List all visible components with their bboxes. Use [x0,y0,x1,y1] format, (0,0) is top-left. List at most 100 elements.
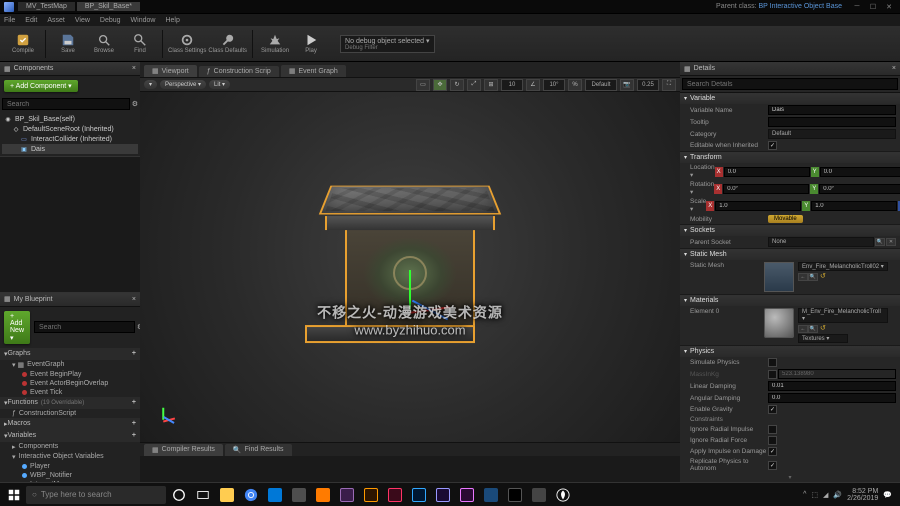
edge-icon[interactable] [264,485,286,505]
volume-icon[interactable]: 🔊 [833,491,842,499]
debug-object-selector[interactable]: No debug object selected ▾ Debug Filter [340,35,434,53]
bp-varcat-components[interactable]: ▸ Components [0,442,140,452]
linear-damping-input[interactable] [768,381,896,391]
tray-arrow-icon[interactable]: ^ [803,491,806,498]
bp-item-eventgraph[interactable]: ▾ ▦ EventGraph [0,360,140,370]
component-item-dais[interactable]: ▣Dais [2,144,138,154]
scale-y-input[interactable] [811,201,897,211]
staticmesh-thumbnail[interactable] [764,262,794,292]
material-thumbnail[interactable] [764,308,794,338]
play-button[interactable]: Play [294,28,328,60]
menu-asset[interactable]: Asset [47,17,65,24]
media-encoder-icon[interactable] [336,485,358,505]
category-dropdown[interactable]: Default [768,129,896,139]
use-asset-icon[interactable]: ← [798,325,808,333]
tab-viewport[interactable]: ▦Viewport [144,65,197,77]
panel-close-icon[interactable]: × [892,65,896,72]
indesign-icon[interactable] [384,485,406,505]
search-socket-icon[interactable]: 🔍 [875,238,885,246]
replicate-physics-checkbox[interactable] [768,461,777,470]
explorer-icon[interactable] [216,485,238,505]
panel-close-icon[interactable]: × [132,65,136,72]
ue4-taskbar-icon[interactable] [552,485,574,505]
bp-item-constructionscript[interactable]: ƒ ConstructionScript [0,409,140,418]
minimize-icon[interactable]: ─ [850,2,864,12]
taskview-icon[interactable] [192,485,214,505]
browse-button[interactable]: Browse [87,28,121,60]
section-materials[interactable]: Materials [680,295,900,306]
parent-class-link[interactable]: BP Interactive Object Base [758,3,842,10]
section-variable[interactable]: Variable [680,93,900,104]
bp-item-beginoverlap[interactable]: Event ActorBeginOverlap [0,379,140,388]
component-item-sceneroot[interactable]: ◇DefaultSceneRoot (Inherited) [2,124,138,134]
section-staticmesh[interactable]: Static Mesh [680,249,900,260]
tooltip-input[interactable] [768,117,896,127]
network-icon[interactable]: ◢ [823,491,828,499]
apply-impulse-checkbox[interactable] [768,447,777,456]
bp-item-tick[interactable]: Event Tick [0,388,140,397]
translate-tool-icon[interactable]: ✥ [433,79,447,91]
simulation-button[interactable]: Simulation [258,28,292,60]
clear-socket-icon[interactable]: ✕ [886,238,896,246]
maximize-icon[interactable]: ☐ [866,2,880,12]
tab-compiler-results[interactable]: ▦Compiler Results [144,444,223,456]
camera-speed-icon[interactable]: 📷 [620,79,634,91]
select-tool-icon[interactable]: ▭ [416,79,430,91]
bp-varcat-interactive[interactable]: ▾ Interactive Object Variables [0,452,140,462]
ignore-radial-impulse-checkbox[interactable] [768,425,777,434]
start-button[interactable] [4,485,24,505]
notifications-icon[interactable]: 💬 [883,491,892,499]
premiere-icon[interactable] [456,485,478,505]
use-asset-icon[interactable]: ← [798,273,808,281]
rotation-x-input[interactable] [723,184,809,194]
camera-speed-value[interactable]: 0.25 [637,79,659,91]
browse-asset-icon[interactable]: 🔍 [808,325,818,333]
staticmesh-dropdown[interactable]: Env_Fire_MelancholicTroll02 ▾ [798,262,888,271]
reset-icon[interactable]: ↺ [820,273,826,280]
menu-debug[interactable]: Debug [100,17,121,24]
compile-button[interactable]: Compile [6,28,40,60]
store-icon[interactable] [288,485,310,505]
location-x-input[interactable] [724,167,810,177]
app-icon-generic[interactable] [528,485,550,505]
find-button[interactable]: Find [123,28,157,60]
editable-checkbox[interactable] [768,141,777,150]
component-item-self[interactable]: ◉BP_Skil_Base(self) [2,114,138,124]
lit-mode-button[interactable]: Lit ▾ [209,80,230,89]
bp-category-variables[interactable]: ▾Variables+ [0,430,140,442]
close-icon[interactable]: ✕ [882,2,896,12]
system-tray[interactable]: ^ ⬚ ◢ 🔊 8:52 PM 2/26/2019 💬 [799,488,896,502]
panel-close-icon[interactable]: × [132,296,136,303]
menu-window[interactable]: Window [131,17,156,24]
details-search-input[interactable] [682,78,898,90]
simulate-physics-checkbox[interactable] [768,358,777,367]
rotate-tool-icon[interactable]: ↻ [450,79,464,91]
mass-override-checkbox[interactable] [768,370,777,379]
scale-tool-icon[interactable]: ⤢ [467,79,481,91]
class-defaults-button[interactable]: Class Defaults [208,28,247,60]
add-new-button[interactable]: + Add New ▾ [4,311,30,344]
myblueprint-search-input[interactable] [34,321,135,333]
search-options-icon[interactable]: ⚙ [132,100,138,108]
component-item-collider[interactable]: ▭InteractCollider (Inherited) [2,134,138,144]
snap-rot-toggle[interactable]: ∠ [526,79,540,91]
tray-icon[interactable]: ⬚ [811,491,818,499]
bp-item-beginplay[interactable]: Event BeginPlay [0,370,140,379]
angular-damping-input[interactable] [768,393,896,403]
viewport-max-icon[interactable]: ⛶ [662,79,676,91]
ignore-radial-force-checkbox[interactable] [768,436,777,445]
menu-help[interactable]: Help [165,17,179,24]
section-sockets[interactable]: Sockets [680,225,900,236]
menu-view[interactable]: View [75,17,90,24]
tab-eventgraph[interactable]: ▦Event Graph [281,65,346,77]
taskbar-search-input[interactable]: ○Type here to search [26,486,166,504]
browse-asset-icon[interactable]: 🔍 [808,273,818,281]
viewport-3d[interactable]: 不移之火-动漫游戏美术资源 www.byzhihuo.com [140,92,680,442]
variable-name-input[interactable] [768,105,896,115]
title-tab-map[interactable]: MV_TestMap [18,2,75,11]
chrome-icon[interactable] [240,485,262,505]
menu-edit[interactable]: Edit [25,17,37,24]
tab-construction[interactable]: ƒConstruction Scrip [199,66,279,77]
bp-var-notifier[interactable]: WBP_Notifier [0,471,140,480]
snap-loc-toggle[interactable]: ⊞ [484,79,498,91]
